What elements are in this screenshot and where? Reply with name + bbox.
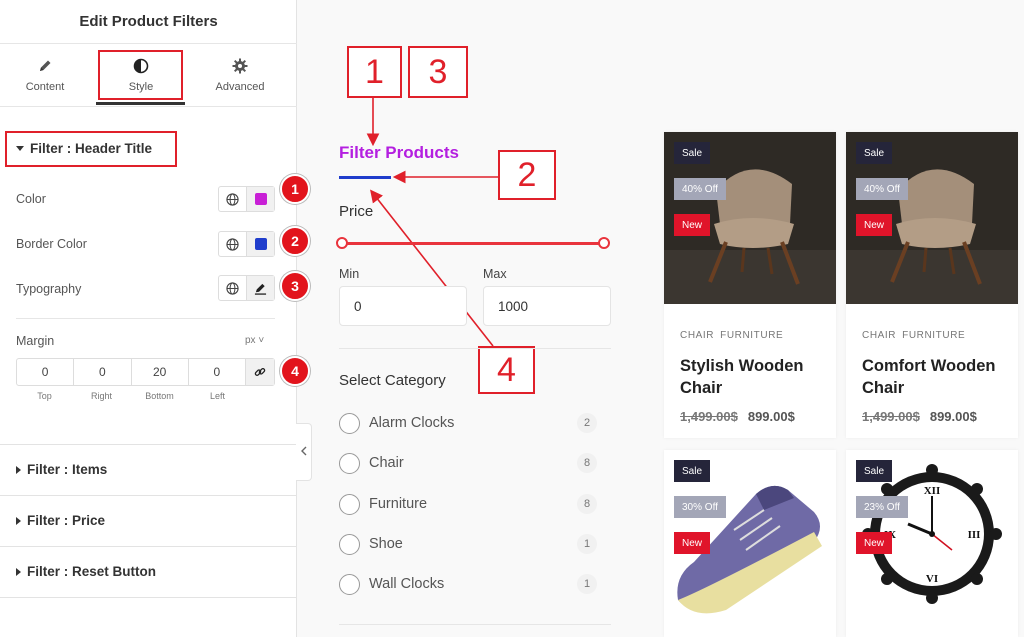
callout-number: 2 — [498, 150, 556, 200]
discount-badge: 30% Off — [674, 496, 726, 518]
category-count: 1 — [577, 574, 597, 594]
svg-text:XII: XII — [924, 485, 941, 497]
radio-button[interactable] — [339, 533, 360, 555]
product-card[interactable]: XIIVI IXIII Sale 23% Off New — [846, 450, 1018, 637]
radio-button[interactable] — [339, 573, 360, 595]
category-count: 2 — [577, 413, 597, 433]
product-image[interactable]: Sale 30% Off New — [664, 450, 836, 622]
min-price-input[interactable]: 0 — [339, 286, 467, 326]
discount-badge: 23% Off — [856, 496, 908, 518]
new-badge: New — [674, 214, 711, 236]
discount-badge: 40% Off — [856, 178, 908, 200]
product-price: 1,499.00$ 899.00$ — [862, 409, 1002, 424]
radio-button[interactable] — [339, 412, 360, 434]
category-name: Furniture — [369, 496, 428, 512]
category-link[interactable]: CHAIR — [680, 330, 714, 341]
product-card[interactable]: Sale 40% Off New CHAIR FURNITURE Comfort … — [846, 132, 1018, 438]
category-item[interactable]: Furniture 8 — [339, 492, 597, 516]
category-count: 1 — [577, 534, 597, 554]
sale-price: 899.00$ — [747, 409, 795, 424]
category-name: Chair — [369, 455, 404, 471]
filter-header-border — [339, 176, 391, 179]
price-slider-max-handle[interactable] — [598, 237, 610, 249]
category-name: Shoe — [369, 536, 403, 552]
sale-badge: Sale — [856, 460, 893, 482]
old-price: 1,499.00$ — [680, 409, 738, 424]
divider — [339, 624, 611, 625]
min-label: Min — [339, 267, 360, 281]
price-slider-min-handle[interactable] — [336, 237, 348, 249]
product-name[interactable]: Comfort Wooden Chair — [862, 355, 1002, 399]
product-image[interactable]: Sale 40% Off New — [846, 132, 1018, 304]
product-categories: CHAIR FURNITURE — [680, 330, 820, 341]
product-image[interactable]: Sale 40% Off New — [664, 132, 836, 304]
category-count: 8 — [577, 453, 597, 473]
product-card[interactable]: Sale 30% Off New — [664, 450, 836, 637]
svg-text:VI: VI — [926, 573, 938, 585]
sale-badge: Sale — [674, 142, 711, 164]
category-link[interactable]: FURNITURE — [902, 330, 965, 341]
max-price-input[interactable]: 1000 — [483, 286, 611, 326]
filter-header-title: Filter Products — [339, 143, 459, 162]
category-item[interactable]: Chair 8 — [339, 451, 597, 475]
new-badge: New — [856, 532, 893, 554]
category-item[interactable]: Wall Clocks 1 — [339, 572, 597, 596]
old-price: 1,499.00$ — [862, 409, 920, 424]
product-card[interactable]: Sale 40% Off New CHAIR FURNITURE Stylish … — [664, 132, 836, 438]
price-label: Price — [339, 203, 374, 220]
radio-button[interactable] — [339, 493, 360, 515]
category-item[interactable]: Shoe 1 — [339, 532, 597, 556]
product-price: 1,499.00$ 899.00$ — [680, 409, 820, 424]
new-badge: New — [674, 532, 711, 554]
callout-number: 4 — [478, 346, 535, 394]
callout-number: 3 — [408, 46, 468, 98]
divider — [339, 348, 611, 349]
sale-price: 899.00$ — [929, 409, 977, 424]
category-count: 8 — [577, 494, 597, 514]
category-name: Wall Clocks — [369, 576, 445, 592]
discount-badge: 40% Off — [674, 178, 726, 200]
sale-badge: Sale — [856, 142, 893, 164]
max-label: Max — [483, 267, 507, 281]
category-name: Alarm Clocks — [369, 415, 455, 431]
price-slider-track[interactable] — [342, 242, 604, 245]
new-badge: New — [856, 214, 893, 236]
product-image[interactable]: XIIVI IXIII Sale 23% Off New — [846, 450, 1018, 622]
radio-button[interactable] — [339, 452, 360, 474]
product-name[interactable]: Stylish Wooden Chair — [680, 355, 820, 399]
sale-badge: Sale — [674, 460, 711, 482]
callout-number: 1 — [347, 46, 402, 98]
category-link[interactable]: FURNITURE — [720, 330, 783, 341]
product-categories: CHAIR FURNITURE — [862, 330, 1002, 341]
svg-text:III: III — [968, 529, 981, 541]
category-item[interactable]: Alarm Clocks 2 — [339, 411, 597, 435]
category-link[interactable]: CHAIR — [862, 330, 896, 341]
category-label: Select Category — [339, 372, 446, 389]
